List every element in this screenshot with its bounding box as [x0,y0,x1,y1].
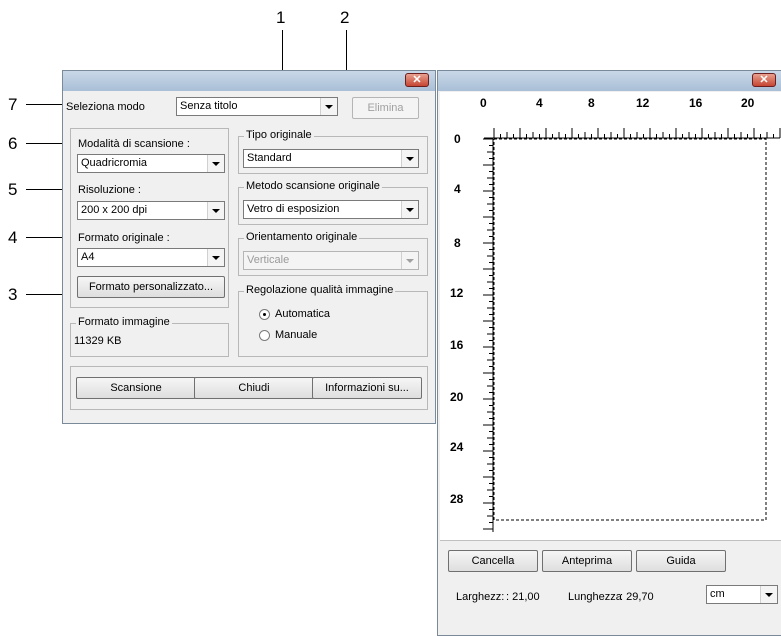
close-button[interactable]: Chiudi [194,377,314,399]
quality-automatic-label[interactable]: Automatica [275,308,330,320]
scanner-settings-window: ✕ Seleziona modo Senza titolo Elimina Mo… [62,70,436,424]
original-format-select[interactable]: A4 [77,248,225,267]
callout-7-line [26,104,64,105]
ruler-top-label: 8 [588,96,595,110]
quality-group: Regolazione qualità immagine [238,284,428,357]
preview-title-bar: ✕ [438,71,781,91]
ruler-left-label: 16 [450,338,464,352]
scan-area [493,138,767,521]
scan-mode-label: Modalità di scansione : [78,138,190,150]
clear-button[interactable]: Cancella [448,550,538,572]
orientation-value: Verticale [247,254,290,266]
ruler-top-label: 16 [689,96,703,110]
orientation-select[interactable]: Verticale [243,251,419,270]
resolution-label: Risoluzione : [78,184,141,196]
chevron-down-icon[interactable] [401,252,418,269]
title-bar: ✕ [63,71,435,91]
close-window-button[interactable]: ✕ [405,73,429,87]
length-value: : 29,70 [620,591,654,603]
callout-5: 5 [8,180,18,199]
info-button[interactable]: Informazioni su... [312,377,422,399]
ruler-top [484,128,781,139]
quality-label: Regolazione qualità immagine [244,284,396,296]
image-format-label: Formato immagine [76,316,172,328]
original-type-value: Standard [247,152,292,164]
resolution-select[interactable]: 200 x 200 dpi [77,201,225,220]
ruler-top-label: 12 [636,96,650,110]
ruler-left-label: 8 [454,236,461,250]
close-preview-button[interactable]: ✕ [752,73,776,87]
chevron-down-icon[interactable] [401,150,418,167]
image-format-value: 11329 KB [74,335,122,347]
callout-2: 2 [340,8,350,27]
resolution-value: 200 x 200 dpi [81,204,148,216]
ruler-top-label: 0 [480,96,487,110]
ruler-left-label: 12 [450,286,464,300]
quality-manual-label[interactable]: Manuale [275,329,317,341]
ruler-top-label: 20 [741,96,755,110]
length-label: Lunghezza [568,591,622,603]
ruler-left-label: 20 [450,390,464,404]
ruler-left-label: 24 [450,440,464,454]
mode-select-value: Senza titolo [180,100,238,112]
width-value: : 21,00 [506,591,540,603]
original-type-select[interactable]: Standard [243,149,419,168]
callout-1: 1 [276,8,286,27]
scan-mode-select[interactable]: Quadricromia [77,154,225,173]
chevron-down-icon[interactable] [401,201,418,218]
chevron-down-icon[interactable] [207,249,224,266]
ruler-top-label: 4 [536,96,543,110]
mode-select[interactable]: Senza titolo [176,97,338,116]
callout-3: 3 [8,285,18,304]
unit-select[interactable]: cm [706,585,778,604]
original-format-value: A4 [81,251,95,263]
chevron-down-icon[interactable] [207,155,224,172]
preview-button[interactable]: Anteprima [542,550,632,572]
scan-method-label: Metodo scansione originale [244,180,382,192]
scan-button[interactable]: Scansione [76,377,196,399]
orientation-label: Orientamento originale [244,231,360,243]
delete-mode-button[interactable]: Elimina [352,97,419,119]
guide-button[interactable]: Guida [636,550,726,572]
ruler-left [483,138,494,532]
width-label: Larghezz: [456,591,505,603]
scan-method-select[interactable]: Vetro di esposizion [243,200,419,219]
chevron-down-icon[interactable] [207,202,224,219]
preview-window: ✕ 0 4 8 12 16 20 0 4 8 12 16 20 24 28 Ca… [437,70,781,636]
ruler-left-label: 4 [454,182,461,196]
custom-format-button[interactable]: Formato personalizzato... [77,276,225,298]
callout-7: 7 [8,95,18,114]
callout-4: 4 [8,228,18,247]
chevron-down-icon[interactable] [320,98,337,115]
original-type-label: Tipo originale [244,129,314,141]
unit-value: cm [710,588,725,600]
preview-rulers-svg [483,128,781,532]
original-format-label: Formato originale : [78,232,170,244]
preview-area: 0 4 8 12 16 20 0 4 8 12 16 20 24 28 [440,92,781,541]
callout-6: 6 [8,134,18,153]
ruler-left-label: 0 [454,132,461,146]
ruler-left-label: 28 [450,492,464,506]
mode-label: Seleziona modo [66,101,145,113]
scan-method-value: Vetro di esposizion [247,203,340,215]
scan-mode-value: Quadricromia [81,157,148,169]
quality-manual-radio[interactable] [259,330,270,341]
chevron-down-icon[interactable] [760,586,777,603]
quality-automatic-radio[interactable] [259,309,270,320]
